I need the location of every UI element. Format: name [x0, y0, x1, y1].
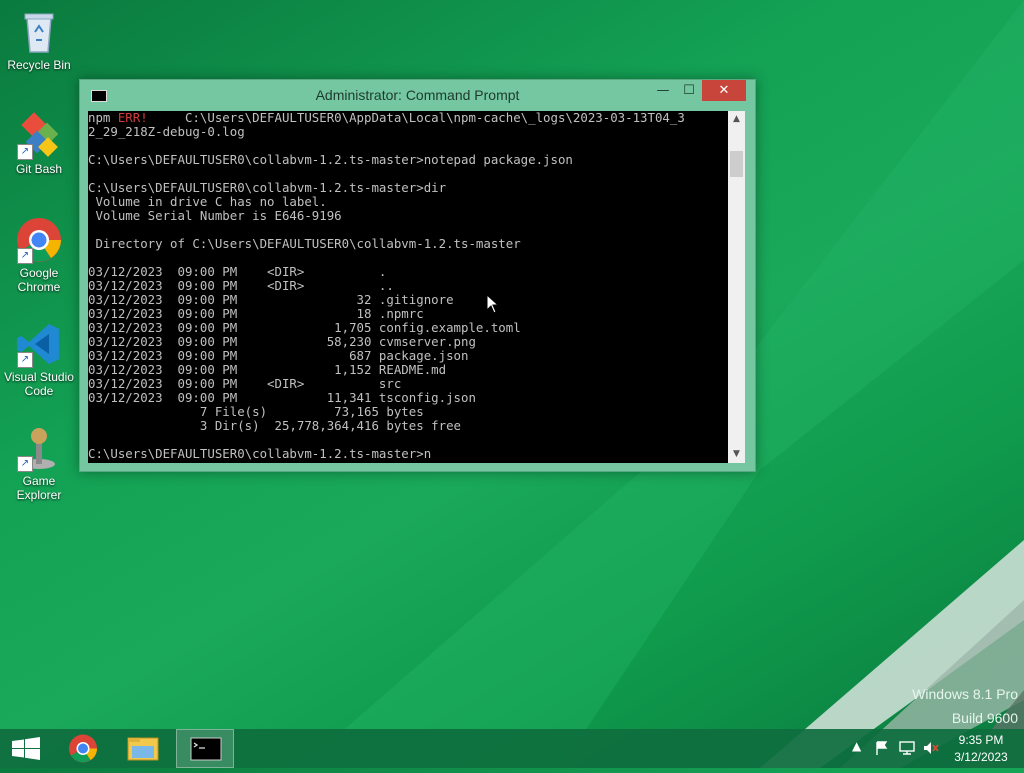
console-line: Directory of C:\Users\DEFAULTUSER0\colla…	[88, 236, 521, 251]
console-line: 03/12/2023 09:00 PM <DIR> .	[88, 264, 387, 279]
shortcut-arrow-icon: ↗	[17, 352, 33, 368]
maximize-button[interactable]: ☐	[676, 80, 702, 101]
console-line: 3 Dir(s) 25,778,364,416 bytes free	[88, 418, 461, 433]
desktop-icon-game-explorer[interactable]: ↗ Game Explorer	[2, 424, 76, 502]
console-line: 03/12/2023 09:00 PM 687 package.json	[88, 348, 469, 363]
volume-muted-icon[interactable]	[922, 740, 940, 756]
desktop-icon-label: Game Explorer	[16, 474, 62, 502]
console-line: C:\Users\DEFAULTUSER0\collabvm-1.2.ts-ma…	[88, 152, 573, 167]
git-bash-icon: ↗	[15, 112, 63, 160]
console-line: 03/12/2023 09:00 PM <DIR> ..	[88, 278, 394, 293]
chrome-icon: ↗	[15, 216, 63, 264]
console-line: 03/12/2023 09:00 PM 1,152 README.md	[88, 362, 447, 377]
desktop-icon-vscode[interactable]: ↗ Visual Studio Code	[2, 320, 76, 398]
desktop-icon-google-chrome[interactable]: ↗ Google Chrome	[2, 216, 76, 294]
scroll-down-arrow-icon[interactable]: ▼	[728, 446, 745, 463]
vertical-scrollbar[interactable]: ▲ ▼	[728, 111, 745, 463]
console-line: 03/12/2023 09:00 PM 11,341 tsconfig.json	[88, 390, 476, 405]
clock-date: 3/12/2023	[954, 750, 1008, 764]
console-line: 7 File(s) 73,165 bytes	[88, 404, 424, 419]
desktop-icon-git-bash[interactable]: ↗ Git Bash	[2, 112, 76, 176]
console-line: npm ERR! C:\Users\DEFAULTUSER0\AppData\L…	[88, 111, 728, 125]
minimize-button[interactable]: —	[650, 80, 676, 101]
console-line: 03/12/2023 09:00 PM 58,230 cvmserver.png	[88, 334, 476, 349]
chrome-icon	[69, 734, 97, 763]
console-output[interactable]: npm ERR! C:\Users\DEFAULTUSER0\AppData\L…	[88, 111, 728, 463]
console-line: 03/12/2023 09:00 PM 18 .npmrc	[88, 306, 424, 321]
shortcut-arrow-icon: ↗	[17, 248, 33, 264]
clock-time: 9:35 PM	[958, 733, 1004, 747]
recycle-bin-icon	[15, 8, 63, 56]
os-watermark-build: Build 9600	[951, 710, 1018, 726]
desktop-icon-recycle-bin[interactable]: Recycle Bin	[2, 8, 76, 72]
desktop-icon-label: Google Chrome	[17, 266, 61, 294]
error-label: ERR!	[117, 111, 148, 125]
desktop-icon-label: Recycle Bin	[7, 58, 71, 72]
desktop-icon-label: Git Bash	[15, 162, 63, 176]
desktop-icon-label: Visual Studio Code	[4, 370, 74, 398]
file-explorer-icon	[127, 737, 159, 761]
vscode-icon: ↗	[15, 320, 63, 368]
windows-start-icon	[12, 737, 40, 760]
console-line: Volume Serial Number is E646-9196	[88, 208, 342, 223]
taskbar-chrome-button[interactable]	[54, 729, 112, 768]
console-line: 03/12/2023 09:00 PM <DIR> src	[88, 376, 402, 391]
os-watermark-edition: Windows 8.1 Pro	[912, 686, 1018, 702]
mouse-cursor-icon	[486, 294, 500, 314]
shortcut-arrow-icon: ↗	[17, 144, 33, 160]
window-titlebar[interactable]: Administrator: Command Prompt — ☐ ✕	[80, 80, 755, 110]
game-explorer-icon: ↗	[15, 424, 63, 472]
console-prompt-line[interactable]: C:\Users\DEFAULTUSER0\collabvm-1.2.ts-ma…	[88, 447, 728, 461]
command-prompt-icon	[190, 737, 222, 761]
taskbar-command-prompt-button[interactable]	[176, 729, 234, 768]
system-clock[interactable]: 9:35 PM 3/12/2023	[944, 732, 1018, 766]
command-prompt-window[interactable]: Administrator: Command Prompt — ☐ ✕ npm …	[79, 79, 756, 472]
shortcut-arrow-icon: ↗	[17, 456, 33, 472]
network-icon[interactable]	[898, 740, 916, 756]
taskbar-file-explorer-button[interactable]	[114, 729, 172, 768]
close-button[interactable]: ✕	[702, 80, 746, 101]
console-text: npm	[88, 111, 118, 125]
console-text: C:\Users\DEFAULTUSER0\AppData\Local\npm-…	[147, 111, 685, 125]
show-hidden-icons-chevron-icon[interactable]: ▲	[852, 739, 861, 753]
console-line: C:\Users\DEFAULTUSER0\collabvm-1.2.ts-ma…	[88, 180, 447, 195]
scroll-up-arrow-icon[interactable]: ▲	[728, 111, 745, 128]
console-line: Volume in drive C has no label.	[88, 194, 327, 209]
scrollbar-thumb[interactable]	[730, 151, 743, 177]
console-line: 03/12/2023 09:00 PM 1,705 config.example…	[88, 320, 521, 335]
console-line: 2_29_218Z-debug-0.log	[88, 124, 245, 139]
action-center-flag-icon[interactable]	[874, 740, 890, 756]
taskbar: ▲ 9:35 PM 3/12/2023	[0, 729, 1024, 768]
start-button[interactable]	[0, 729, 58, 768]
console-line: 03/12/2023 09:00 PM 32 .gitignore	[88, 292, 454, 307]
